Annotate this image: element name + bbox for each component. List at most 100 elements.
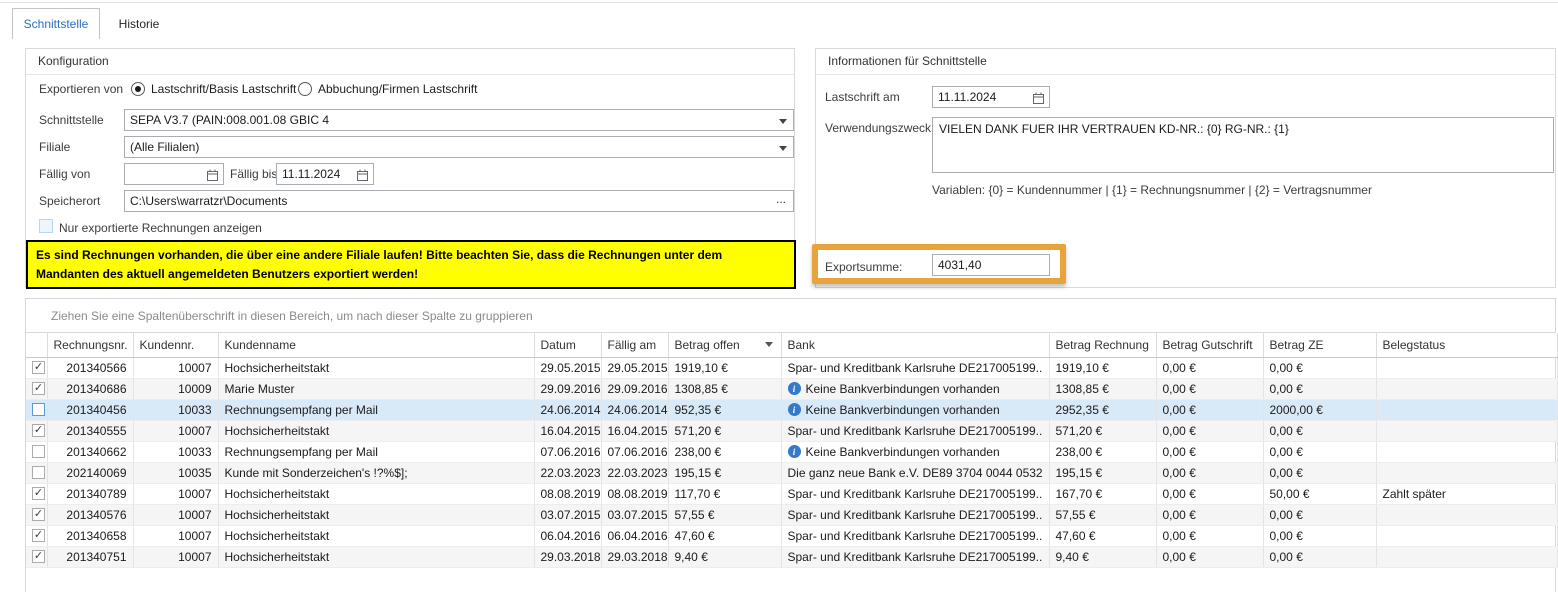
nur-exportierte-checkbox[interactable]	[39, 219, 53, 233]
table-row[interactable]: 202140069 10035 Kunde mit Sonderzeichen'…	[26, 462, 1557, 483]
row-checkbox[interactable]	[32, 403, 45, 416]
row-checkbox[interactable]	[32, 382, 45, 395]
header-faellig-am[interactable]: Fällig am	[601, 333, 668, 357]
invoice-table: Rechnungsnr. Kundennr. Kundenname Datum …	[26, 333, 1558, 568]
row-select-cell[interactable]	[26, 483, 47, 504]
sort-descending-icon[interactable]	[765, 342, 773, 347]
cell-betrag-rechnung: 2952,35 €	[1049, 399, 1156, 420]
browse-button[interactable]: ...	[771, 192, 791, 210]
row-select-cell[interactable]	[26, 546, 47, 567]
row-select-cell[interactable]	[26, 378, 47, 399]
table-row[interactable]: 201340751 10007 Hochsicherheitstakt 29.0…	[26, 546, 1557, 567]
table-row[interactable]: 201340576 10007 Hochsicherheitstakt 03.0…	[26, 504, 1557, 525]
tab-schnittstelle[interactable]: Schnittstelle	[12, 8, 100, 39]
table-row[interactable]: 201340662 10033 Rechnungsempfang per Mai…	[26, 441, 1557, 462]
cell-betrag-rechnung: 9,40 €	[1049, 546, 1156, 567]
cell-kundenname: Hochsicherheitstakt	[218, 546, 534, 567]
cell-kundenname: Hochsicherheitstakt	[218, 483, 534, 504]
table-row[interactable]: 201340566 10007 Hochsicherheitstakt 29.0…	[26, 357, 1557, 378]
cell-betrag-offen: 952,35 €	[668, 399, 781, 420]
cell-belegstatus	[1376, 357, 1557, 378]
cell-betrag-ze: 0,00 €	[1263, 357, 1376, 378]
row-checkbox[interactable]	[32, 466, 45, 479]
row-checkbox[interactable]	[32, 361, 45, 374]
cell-belegstatus: Zahlt später	[1376, 483, 1557, 504]
verwendungszweck-textarea[interactable]: VIELEN DANK FUER IHR VERTRAUEN KD-NR.: {…	[932, 117, 1554, 173]
faellig-von-date-input[interactable]	[124, 163, 224, 185]
row-checkbox[interactable]	[32, 487, 45, 500]
calendar-icon[interactable]	[1032, 91, 1045, 108]
invoice-grid-panel: Ziehen Sie eine Spaltenüberschrift in di…	[25, 298, 1556, 592]
schnittstelle-dropdown[interactable]: SEPA V3.7 (PAIN:008.001.08 GBIC 4	[124, 109, 794, 131]
row-checkbox[interactable]	[32, 445, 45, 458]
table-row[interactable]: 201340456 10033 Rechnungsempfang per Mai…	[26, 399, 1557, 420]
row-select-cell[interactable]	[26, 399, 47, 420]
cell-rechnungsnr: 201340456	[47, 399, 133, 420]
header-betrag-offen[interactable]: Betrag offen	[668, 333, 781, 357]
row-checkbox[interactable]	[32, 529, 45, 542]
filiale-dropdown[interactable]: (Alle Filialen)	[124, 136, 794, 158]
row-select-cell[interactable]	[26, 441, 47, 462]
bank-text: Keine Bankverbindungen vorhanden	[806, 445, 1000, 459]
table-row[interactable]: 201340686 10009 Marie Muster 29.09.2016 …	[26, 378, 1557, 399]
informationen-groupbox: Informationen für Schnittstelle Lastschr…	[815, 48, 1556, 288]
cell-bank: Spar- und Kreditbank Karlsruhe DE2170051…	[781, 420, 1049, 441]
groupby-drop-area[interactable]: Ziehen Sie eine Spaltenüberschrift in di…	[26, 299, 1555, 333]
row-select-cell[interactable]	[26, 420, 47, 441]
cell-kundennr: 10007	[133, 525, 218, 546]
sepa-export-window: Schnittstelle Historie Konfiguration Exp…	[0, 0, 1558, 592]
radio-icon	[298, 82, 312, 96]
calendar-icon[interactable]	[356, 168, 369, 185]
header-kundenname[interactable]: Kundenname	[218, 333, 534, 357]
lastschrift-am-date-input[interactable]: 11.11.2024	[932, 86, 1050, 108]
cell-faellig-am: 07.06.2016	[601, 441, 668, 462]
tab-historie-label: Historie	[119, 17, 160, 31]
lastschrift-am-label: Lastschrift am	[825, 87, 900, 107]
table-row[interactable]: 201340789 10007 Hochsicherheitstakt 08.0…	[26, 483, 1557, 504]
header-betrag-ze[interactable]: Betrag ZE	[1263, 333, 1376, 357]
faellig-bis-date-input[interactable]: 11.11.2024	[276, 163, 374, 185]
speicherort-input[interactable]: C:\Users\warratzr\Documents ...	[124, 190, 794, 212]
header-betrag-rechnung[interactable]: Betrag Rechnung	[1049, 333, 1156, 357]
radio-abbuchung-firmen[interactable]: Abbuchung/Firmen Lastschrift	[298, 79, 477, 99]
row-select-cell[interactable]	[26, 462, 47, 483]
row-select-cell[interactable]	[26, 504, 47, 525]
header-kundennr[interactable]: Kundennr.	[133, 333, 218, 357]
header-datum[interactable]: Datum	[534, 333, 601, 357]
exportsumme-input[interactable]: 4031,40	[932, 254, 1050, 276]
cell-betrag-ze: 2000,00 €	[1263, 399, 1376, 420]
cell-datum: 08.08.2019	[534, 483, 601, 504]
cell-betrag-ze: 0,00 €	[1263, 378, 1376, 399]
filiale-warning-banner: Es sind Rechnungen vorhanden, die über e…	[26, 240, 796, 289]
row-select-cell[interactable]	[26, 525, 47, 546]
lastschrift-am-value: 11.11.2024	[938, 90, 996, 104]
header-belegstatus[interactable]: Belegstatus	[1376, 333, 1557, 357]
cell-rechnungsnr: 201340686	[47, 378, 133, 399]
header-betrag-gutschrift[interactable]: Betrag Gutschrift	[1156, 333, 1263, 357]
row-checkbox[interactable]	[32, 508, 45, 521]
cell-kundenname: Hochsicherheitstakt	[218, 420, 534, 441]
cell-belegstatus	[1376, 462, 1557, 483]
calendar-icon[interactable]	[206, 168, 219, 185]
tab-historie[interactable]: Historie	[104, 8, 174, 39]
row-checkbox[interactable]	[32, 550, 45, 563]
cell-faellig-am: 24.06.2014	[601, 399, 668, 420]
bank-text: Spar- und Kreditbank Karlsruhe DE2170051…	[788, 361, 1043, 375]
header-bank[interactable]: Bank	[781, 333, 1049, 357]
radio-lastschrift-basis[interactable]: Lastschrift/Basis Lastschrift	[131, 79, 296, 99]
faellig-von-label: Fällig von	[39, 164, 90, 184]
header-select-column[interactable]	[26, 333, 47, 357]
bank-text: Spar- und Kreditbank Karlsruhe DE2170051…	[788, 508, 1043, 522]
header-betrag-offen-label: Betrag offen	[675, 338, 740, 352]
cell-belegstatus	[1376, 420, 1557, 441]
cell-betrag-gutschrift: 0,00 €	[1156, 504, 1263, 525]
table-row[interactable]: 201340555 10007 Hochsicherheitstakt 16.0…	[26, 420, 1557, 441]
row-select-cell[interactable]	[26, 357, 47, 378]
cell-betrag-offen: 571,20 €	[668, 420, 781, 441]
faellig-bis-label: Fällig bis	[230, 164, 277, 184]
cell-rechnungsnr: 202140069	[47, 462, 133, 483]
row-checkbox[interactable]	[32, 424, 45, 437]
bank-text: Spar- und Kreditbank Karlsruhe DE2170051…	[788, 424, 1043, 438]
table-row[interactable]: 201340658 10007 Hochsicherheitstakt 06.0…	[26, 525, 1557, 546]
header-rechnungsnr[interactable]: Rechnungsnr.	[47, 333, 133, 357]
